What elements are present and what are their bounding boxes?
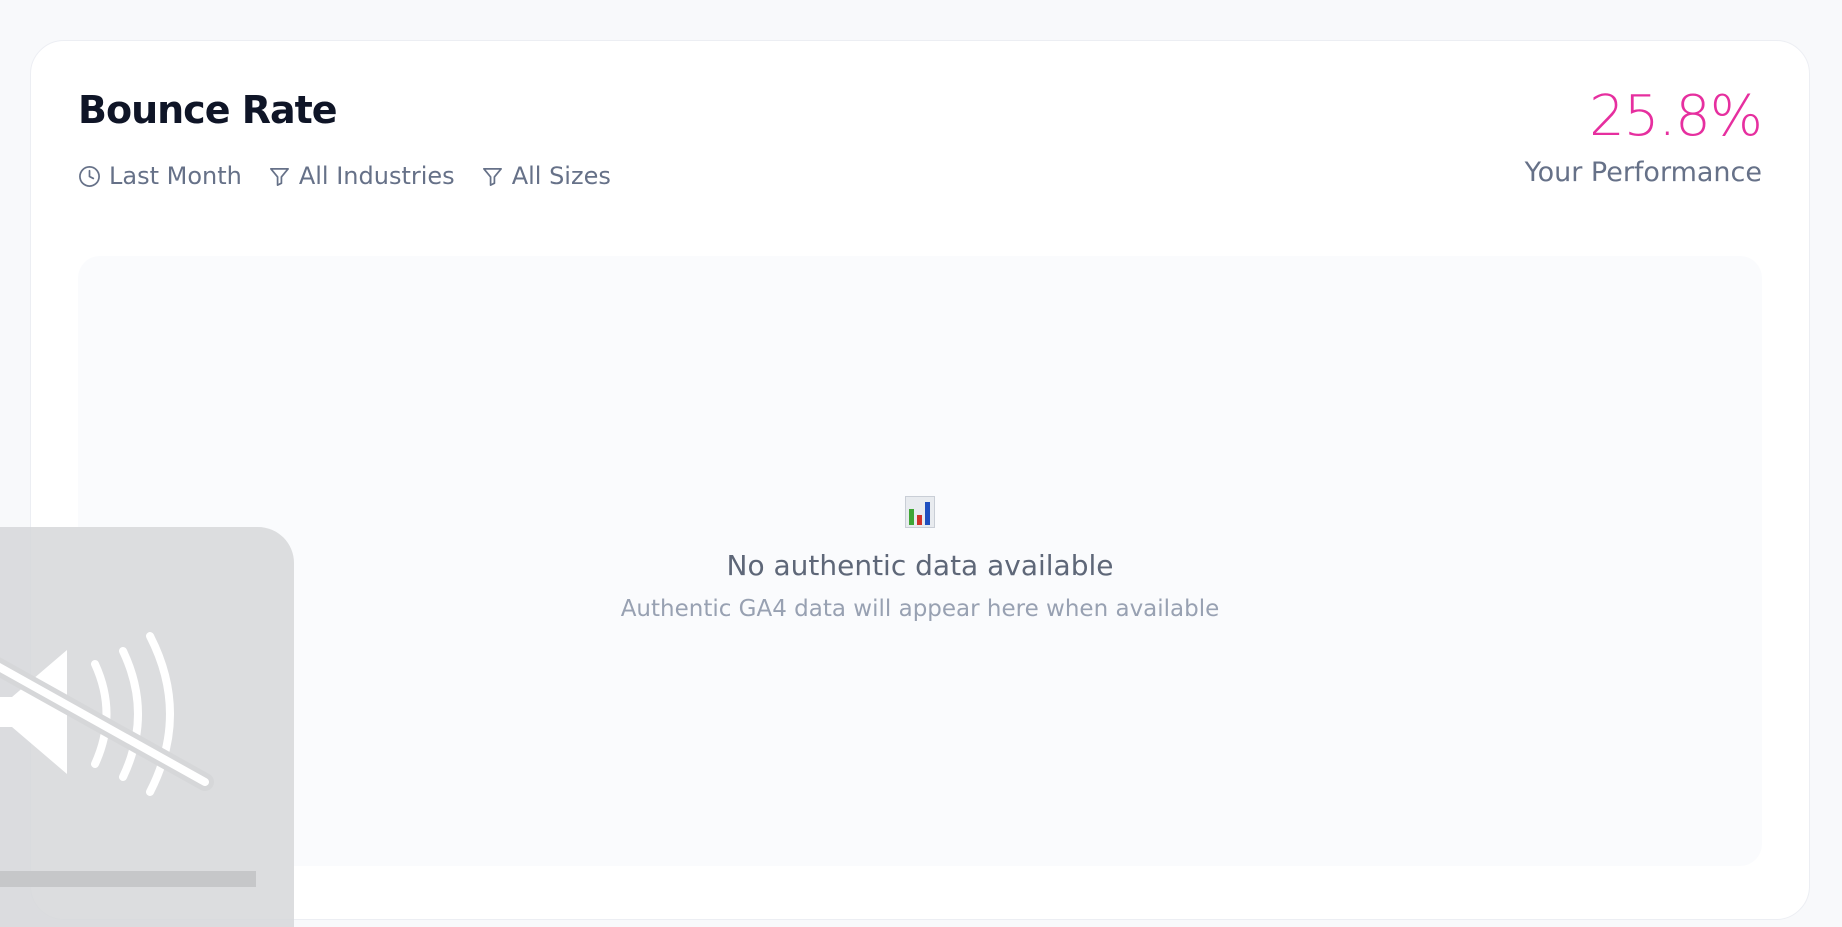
performance-value: 25.8% [1589,84,1763,149]
filter-bar: Last Month All Industries All Sizes [78,162,611,190]
filter-label: Last Month [109,162,242,190]
empty-state-subtitle: Authentic GA4 data will appear here when… [620,596,1220,622]
performance-summary: 25.8% Your Performance [1524,84,1763,188]
filter-icon [481,165,504,188]
empty-state-title: No authentic data available [726,549,1114,582]
filter-label: All Sizes [511,162,611,190]
filter-label: All Industries [298,162,455,190]
performance-label: Your Performance [1524,157,1762,188]
media-mute-overlay[interactable] [0,527,294,927]
clock-icon [78,165,101,188]
chart-area: No authentic data available Authentic GA… [78,256,1762,866]
filter-icon [268,165,291,188]
filter-industry[interactable]: All Industries [268,162,455,190]
bounce-rate-card: Bounce Rate Last Month All Industries Al… [30,40,1810,920]
media-progress-bar[interactable] [0,871,256,887]
filter-company-size[interactable]: All Sizes [481,162,611,190]
card-title: Bounce Rate [78,88,338,132]
empty-state: No authentic data available Authentic GA… [78,496,1762,621]
filter-time-range[interactable]: Last Month [78,162,242,190]
bar-chart-emoji-icon [905,496,935,528]
